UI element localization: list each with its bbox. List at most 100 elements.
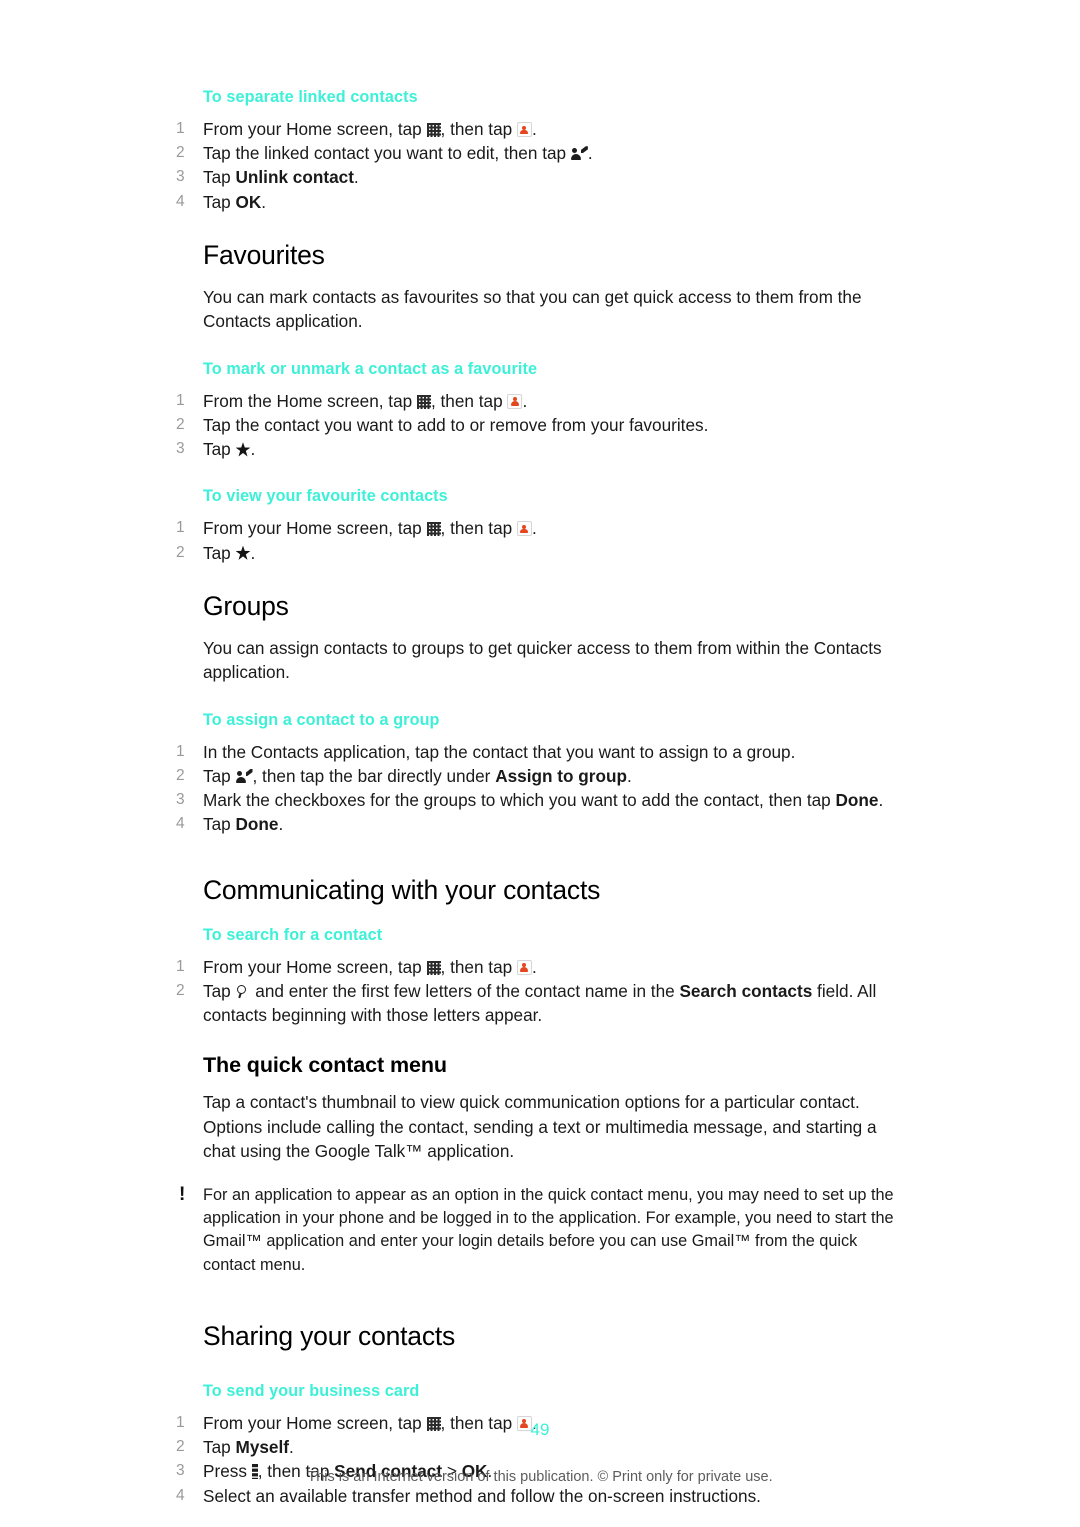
step-text-a: From your Home screen, tap [203,119,427,139]
step-text-b: . [587,143,593,164]
step-item: 2 Tap the linked contact you want to edi… [176,141,900,165]
step-number: 4 [176,815,185,833]
star-icon [235,545,251,560]
step-number: 2 [176,543,185,561]
step-number: 3 [176,791,185,809]
step-emphasis: Unlink contact [235,167,354,188]
step-item: 3 Mark the checkboxes for the groups to … [176,788,900,812]
step-text-c: . [531,956,537,977]
step-text-b: and enter the first few letters of the c… [250,980,680,1001]
step-item: 2 Tap , then tap the bar directly under … [176,764,900,788]
step-text-b: . [261,191,267,212]
app-drawer-grid-icon [426,123,441,137]
step-text-a: Tap [203,1437,236,1458]
step-text-a: Tap [203,980,236,1001]
contacts-app-icon [516,521,532,537]
step-text-b: . [278,814,284,835]
step-number: 2 [176,981,185,999]
contacts-app-icon [516,122,532,137]
step-text-a: Tap [203,191,236,212]
edit-contact-icon [235,769,253,784]
step-text-a: In the Contacts application, tap the con… [203,741,796,762]
step-number: 4 [176,192,185,210]
steps-separate-linked: 1 From your Home screen, tap , then tap … [176,117,900,214]
section-heading-mark-unmark-favourite: To mark or unmark a contact as a favouri… [203,359,538,378]
section-heading-separate-linked: To separate linked contacts [203,88,418,106]
step-emphasis: Done [835,790,879,811]
step-number: 1 [176,120,185,137]
contacts-app-icon [507,393,523,409]
step-item: 4 Tap OK. [176,190,900,214]
step-text-b: . [878,790,884,811]
section-heading-search-contact: To search for a contact [203,925,383,944]
steps-mark-unmark-favourite: 1 From the Home screen, tap , then tap .… [176,389,900,462]
step-item: 4 Tap Done. [176,812,900,836]
imprint-text: This is an Internet version of this publ… [307,1469,773,1485]
edit-contact-icon [570,146,588,161]
step-emphasis: OK [235,191,262,212]
section-heading-groups: Groups [203,590,289,621]
step-text-a: Tap [203,766,236,787]
step-text-b: . [353,167,359,188]
note-text: For an application to appear as an optio… [203,1185,894,1274]
steps-assign-to-group: 1 In the Contacts application, tap the c… [176,740,900,837]
step-item: 3 Tap . [176,437,900,461]
step-emphasis: Myself [235,1437,290,1458]
step-item: 1 From the Home screen, tap , then tap . [176,389,900,413]
step-text-b: , then tap [440,956,517,977]
step-text-a: Mark the checkboxes for the groups to wh… [203,790,836,811]
section-heading-assign-to-group: To assign a contact to a group [203,710,440,729]
step-item: 4 Select an available transfer method an… [176,1484,900,1508]
section-heading-sharing: Sharing your contacts [203,1320,456,1351]
step-text-a: From your Home screen, tap [203,518,427,539]
step-emphasis: Search contacts [679,980,813,1001]
step-text-a: Tap [203,814,236,835]
step-number: 2 [176,767,185,785]
step-item: 2 Tap the contact you want to add to or … [176,413,900,437]
section-heading-favourites: Favourites [203,239,325,270]
step-emphasis: Done [235,814,279,835]
step-item: 1 From your Home screen, tap , then tap … [176,117,900,141]
step-number: 2 [176,144,185,162]
step-number: 1 [176,742,185,760]
step-item: 1 From your Home screen, tap , then tap … [176,955,900,979]
step-number: 1 [176,957,185,975]
step-number: 3 [176,168,185,186]
step-text-a: Select an available transfer method and … [203,1485,761,1506]
manual-page: To separate linked contacts 1 From your … [0,0,1080,1527]
section-heading-view-favourites: To view your favourite contacts [203,487,448,506]
step-text-c: . [626,766,632,787]
step-text-a: From the Home screen, tap [203,390,417,411]
section-heading-send-business-card: To send your business card [203,1381,420,1400]
step-item: 1 From your Home screen, tap , then tap … [176,516,900,540]
step-item: 3 Tap Unlink contact. [176,165,900,189]
step-item: 2 Tap . [176,541,900,565]
step-text-a: Tap [203,167,236,188]
star-icon [235,442,251,457]
page-number: 49 [530,1420,550,1439]
step-text-c: . [522,390,528,411]
step-text-b: , then tap [440,119,517,139]
step-text-a: Tap [203,439,236,460]
step-text-c: . [531,518,537,539]
step-number: 1 [176,391,185,409]
step-number: 3 [176,440,185,458]
step-text-a: From your Home screen, tap [203,956,427,977]
app-drawer-grid-icon [426,960,441,975]
step-item: 1 In the Contacts application, tap the c… [176,740,900,764]
steps-search-contact: 1 From your Home screen, tap , then tap … [176,955,900,1028]
step-emphasis: Assign to group [495,766,627,787]
step-number: 4 [176,1486,185,1504]
quick-contact-menu-body: Tap a contact's thumbnail to view quick … [203,1092,877,1162]
steps-view-favourites: 1 From your Home screen, tap , then tap … [176,516,900,564]
exclamation-icon: ! [179,1183,186,1205]
step-text-b: . [250,542,256,563]
step-text-a: Tap the contact you want to add to or re… [203,415,709,436]
groups-intro-text: You can assign contacts to groups to get… [203,637,882,683]
step-item: 2 Tap and enter the first few letters of… [176,979,900,1027]
app-drawer-grid-icon [416,394,431,409]
contacts-app-icon [516,959,532,975]
section-heading-quick-contact-menu: The quick contact menu [203,1053,447,1078]
step-text-b: , then tap [430,390,508,411]
app-drawer-grid-icon [426,522,441,537]
